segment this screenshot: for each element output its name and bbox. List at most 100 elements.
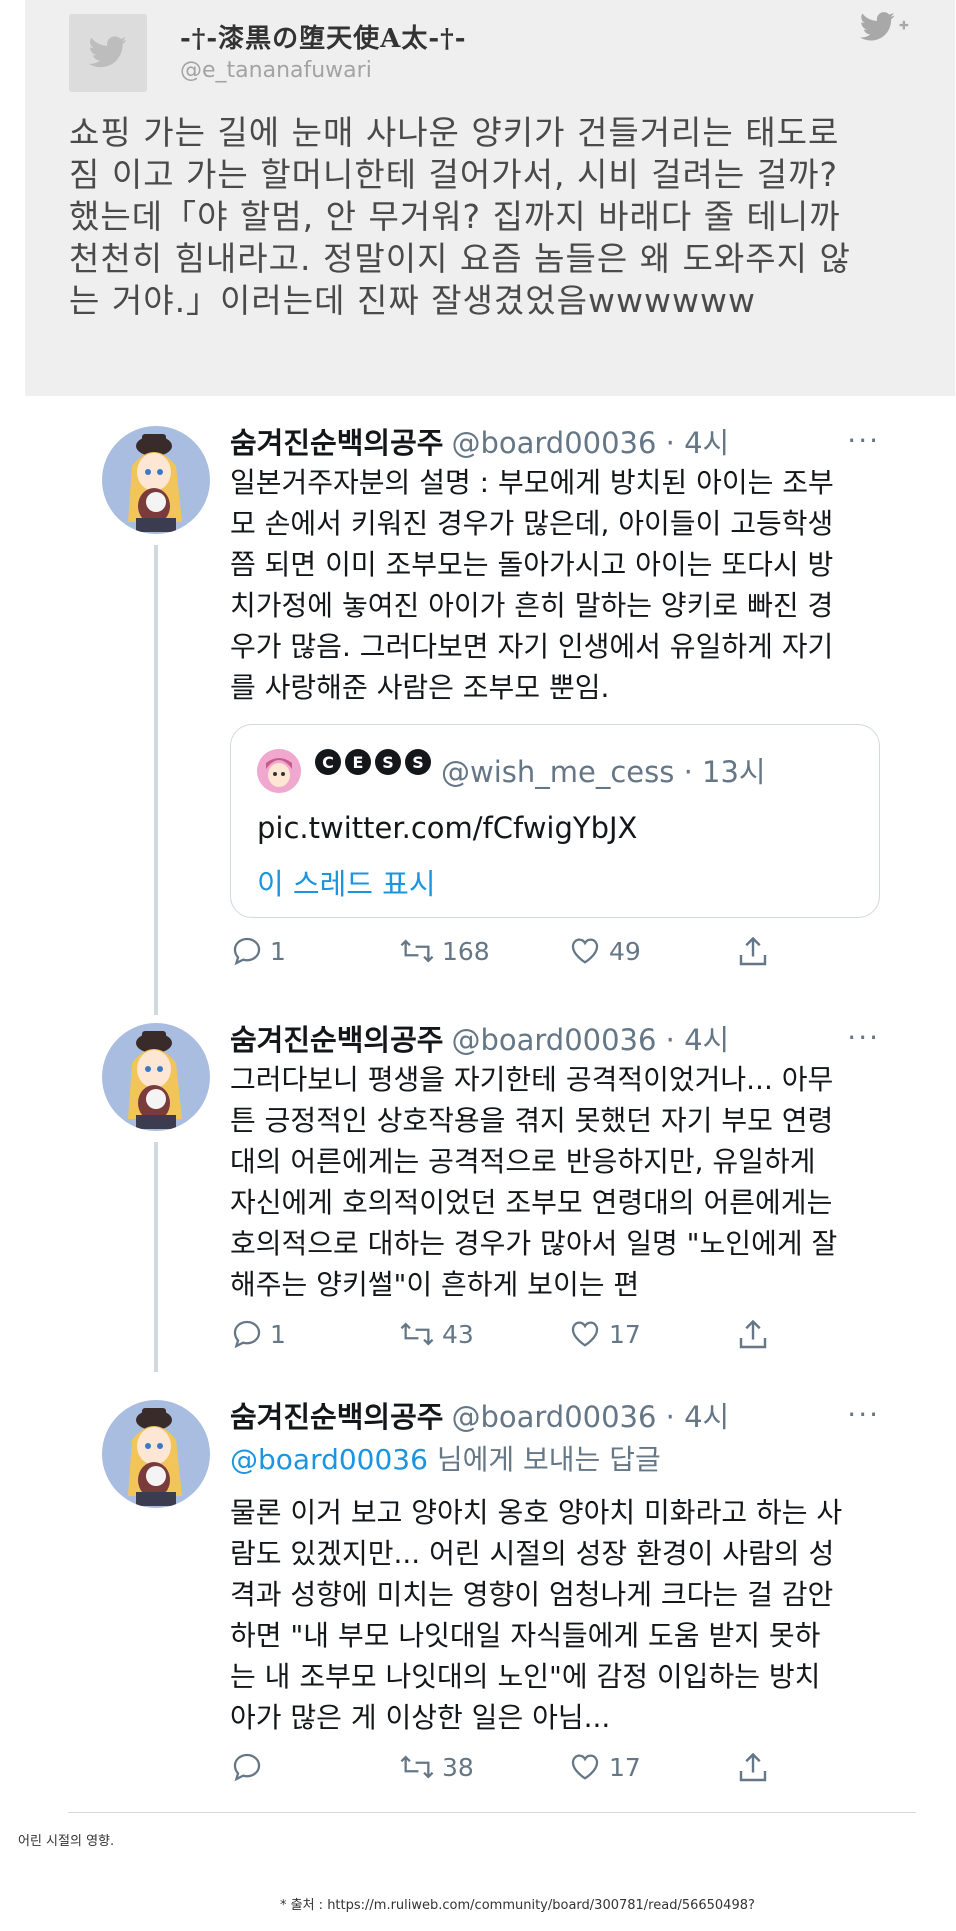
tweet-header: 숨겨진순백의공주 @board00036 · 4시 ··· — [230, 1394, 880, 1434]
text-line: 튼 긍정적인 상호작용을 겪지 못했던 자기 부모 연령 — [230, 1104, 834, 1137]
tweet-actions: 1 43 17 — [230, 1317, 790, 1361]
share-icon — [739, 1319, 767, 1349]
text-line: 우가 많음. 그러다보면 자기 인생에서 유일하게 자기 — [230, 630, 834, 663]
text-line: 모 손에서 키워진 경우가 많은데, 아이들이 고등학생 — [230, 507, 834, 540]
text-line: 물론 이거 보고 양아치 옹호 양아치 미화라고 하는 사 — [230, 1496, 843, 1529]
text-line: 그러다보니 평생을 자기한테 공격적이었거나... 아무 — [230, 1063, 834, 1096]
text-line: 호의적으로 대하는 경우가 많아서 일명 "노인에게 잘 — [230, 1227, 838, 1260]
avatar[interactable] — [102, 1400, 210, 1508]
reply-icon — [233, 1753, 261, 1782]
letter-badge: S — [405, 749, 431, 775]
letter-badge: C — [315, 749, 341, 775]
share-button[interactable] — [735, 1317, 771, 1353]
tweet-actions: 1 168 49 — [230, 934, 790, 978]
heart-icon — [571, 1754, 599, 1780]
handle-time[interactable]: @board00036 · 4시 — [451, 1400, 729, 1434]
text-line: 는 거야.」이러는데 진짜 잘생겼었음wwwwww — [69, 281, 756, 320]
more-options-icon[interactable]: ··· — [847, 1021, 880, 1054]
display-name[interactable]: 숨겨진순백의공주 — [230, 1023, 443, 1057]
retweet-icon — [400, 939, 434, 963]
text-line: 해주는 양키썰"이 흔하게 보이는 편 — [230, 1268, 640, 1301]
default-avatar — [69, 14, 147, 92]
source-link[interactable]: * 출처 : https://m.ruliweb.com/community/b… — [280, 1894, 755, 1913]
text-line: 아가 많은 게 이상한 일은 아님... — [230, 1701, 611, 1734]
text-line: 하면 "내 부모 나잇대일 자식들에게 도움 받지 못하 — [230, 1619, 821, 1652]
tweet-header: 숨겨진순백의공주 @board00036 · 4시 ··· — [230, 1017, 880, 1057]
retweet-count: 168 — [442, 936, 490, 966]
retweet-button[interactable]: 168 — [398, 934, 490, 968]
like-button[interactable]: 17 — [567, 1317, 641, 1351]
share-icon — [739, 1752, 767, 1782]
quote-display-name: C E S S — [315, 749, 431, 775]
text-line: 람도 있겠지만... 어린 시절의 성장 환경이 사람의 성 — [230, 1537, 835, 1570]
text-line: 치가정에 놓여진 아이가 흔히 말하는 양키로 빠진 경 — [230, 589, 834, 622]
quote-avatar[interactable] — [257, 749, 301, 793]
reply-count: 1 — [270, 936, 286, 966]
reply-button[interactable]: 1 — [230, 934, 286, 968]
text-line: 는 내 조부모 나잇대의 노인"에 감정 이입하는 방치 — [230, 1660, 821, 1693]
text-line: 짐 이고 가는 할머니한테 걸어가서, 시비 걸려는 걸까? — [69, 155, 838, 194]
tweet-header: 숨겨진순백의공주 @board00036 · 4시 ··· — [230, 420, 880, 460]
quoted-display-name: -†-漆黒の堕天使A太-†- — [180, 24, 467, 54]
text-line: 격과 성향에 미치는 영향이 엄청나게 크다는 걸 감안 — [230, 1578, 834, 1611]
share-button[interactable] — [735, 934, 771, 970]
thread-connector — [154, 1142, 158, 1372]
text-line: 자신에게 호의적이었던 조부모 연령대의 어른에게는 — [230, 1186, 833, 1219]
twitter-follow-icon[interactable] — [859, 12, 910, 48]
retweet-count: 43 — [442, 1319, 474, 1349]
avatar[interactable] — [102, 1023, 210, 1131]
tweet-text: 물론 이거 보고 양아치 옹호 양아치 미화라고 하는 사 람도 있겠지만...… — [230, 1492, 880, 1738]
reply-icon — [233, 1320, 261, 1349]
tweet-actions: 38 17 — [230, 1750, 790, 1794]
quote-tweet[interactable]: C E S S @wish_me_cess · 13시 pic.twitter.… — [230, 724, 880, 918]
reply-icon — [233, 937, 261, 966]
handle-time[interactable]: @board00036 · 4시 — [451, 1023, 729, 1057]
tweet-text: 그러다보니 평생을 자기한테 공격적이었거나... 아무 튼 긍정적인 상호작용… — [230, 1059, 880, 1305]
heart-icon — [571, 938, 599, 964]
retweet-icon — [400, 1322, 434, 1346]
like-button[interactable]: 49 — [567, 934, 641, 968]
avatar[interactable] — [102, 426, 210, 534]
divider — [68, 1812, 916, 1813]
letter-badge: E — [345, 749, 371, 775]
like-count: 17 — [609, 1319, 641, 1349]
reply-mention-link[interactable]: @board00036 — [230, 1443, 428, 1476]
reply-to-line: @board00036 님에게 보내는 답글 — [230, 1438, 661, 1478]
like-button[interactable]: 17 — [567, 1750, 641, 1784]
text-line: 쇼핑 가는 길에 눈매 사나운 양키가 건들거리는 태도로 — [69, 113, 840, 152]
reply-button[interactable]: 1 — [230, 1317, 286, 1351]
show-thread-link[interactable]: 이 스레드 표시 — [257, 861, 436, 903]
like-count: 17 — [609, 1752, 641, 1782]
quote-handle-time: @wish_me_cess · 13시 — [441, 755, 766, 789]
twitter-bird-icon — [89, 36, 127, 68]
display-name[interactable]: 숨겨진순백의공주 — [230, 1400, 443, 1434]
text-line: 대의 어른에게는 공격적으로 반응하지만, 유일하게 — [230, 1145, 816, 1178]
display-name[interactable]: 숨겨진순백의공주 — [230, 426, 443, 460]
text-line: 일본거주자분의 설명 : 부모에게 방치된 아이는 조부 — [230, 466, 834, 499]
retweet-icon — [400, 1755, 434, 1779]
reply-count: 1 — [270, 1319, 286, 1349]
more-options-icon[interactable]: ··· — [847, 1398, 880, 1431]
quote-pic-link[interactable]: pic.twitter.com/fCfwigYbJX — [257, 811, 637, 845]
retweet-count: 38 — [442, 1752, 474, 1782]
text-line: 를 사랑해준 사람은 조부모 뿐임. — [230, 671, 610, 704]
tweet-text: 일본거주자분의 설명 : 부모에게 방치된 아이는 조부 모 손에서 키워진 경… — [230, 462, 880, 708]
text-line: 했는데「야 할멈, 안 무거워? 집까지 바래다 줄 테니까 — [69, 197, 841, 236]
quoted-tweet-text: 쇼핑 가는 길에 눈매 사나운 양키가 건들거리는 태도로 짐 이고 가는 할머… — [69, 112, 939, 322]
letter-badge: S — [375, 749, 401, 775]
text-line: 쯤 되면 이미 조부모는 돌아가시고 아이는 또다시 방 — [230, 548, 834, 581]
reply-button[interactable] — [230, 1750, 270, 1784]
reply-to-text: 님에게 보내는 답글 — [427, 1443, 661, 1476]
handle-time[interactable]: @board00036 · 4시 — [451, 426, 729, 460]
more-options-icon[interactable]: ··· — [847, 424, 880, 457]
retweet-button[interactable]: 43 — [398, 1317, 474, 1351]
heart-icon — [571, 1321, 599, 1347]
quoted-handle: @e_tananafuwari — [180, 58, 372, 83]
quoted-tweet-card: -†-漆黒の堕天使A太-†- @e_tananafuwari 쇼핑 가는 길에 … — [25, 0, 955, 396]
like-count: 49 — [609, 936, 641, 966]
retweet-button[interactable]: 38 — [398, 1750, 474, 1784]
share-icon — [739, 936, 767, 966]
text-line: 천천히 힘내라고. 정말이지 요즘 놈들은 왜 도와주지 않 — [69, 239, 851, 278]
share-button[interactable] — [735, 1750, 771, 1786]
post-caption: 어린 시절의 영향. — [18, 1834, 115, 1849]
